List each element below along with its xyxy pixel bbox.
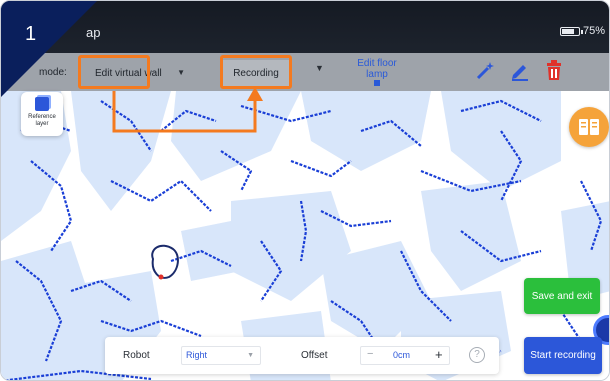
book-icon [579,119,599,135]
chevron-down-icon: ▼ [247,352,254,359]
highlight-mode-select [78,55,150,89]
offset-label: Offset [301,350,328,361]
robot-select[interactable]: Right ▼ [181,346,261,365]
pencil-icon[interactable] [509,58,531,82]
robot-label: Robot [123,350,150,361]
offset-value[interactable]: 0cm [393,350,410,360]
offset-decrement-button[interactable]: − [367,348,373,360]
help-icon[interactable]: ? [469,347,485,363]
battery-percent: 75% [582,25,605,37]
offset-stepper: − 0cm + [360,346,450,365]
step-number: 1 [25,23,37,45]
edit-floor-lamp-label[interactable]: Edit floor lamp [347,58,407,80]
robot-marker [151,244,179,280]
book-button[interactable] [569,107,609,147]
save-and-exit-button[interactable]: Save and exit [524,278,600,314]
highlight-recording-button [220,55,292,89]
battery-status: 75% [559,25,605,37]
offset-increment-button[interactable]: + [435,347,443,362]
reference-layer-label: Reference layer [28,114,56,127]
tool-icons [475,58,565,82]
trash-icon[interactable] [543,58,565,82]
magic-wand-icon[interactable] [475,58,497,82]
lamp-icon [374,80,380,86]
cube-icon [35,97,49,111]
start-recording-button[interactable]: Start recording [524,337,602,374]
arrow-up-icon [247,87,263,101]
chevron-down-icon: ▼ [177,68,185,77]
robot-offset-panel: Robot Right ▼ Offset − 0cm + ? [105,337,499,374]
reference-layer-button[interactable]: Reference layer [21,92,63,136]
app-window: ap 75% mode: Edit virtual wall ▼ Recordi… [0,0,610,381]
chevron-down-icon[interactable]: ▼ [315,63,324,73]
battery-icon [559,26,583,36]
robot-value: Right [186,350,208,360]
